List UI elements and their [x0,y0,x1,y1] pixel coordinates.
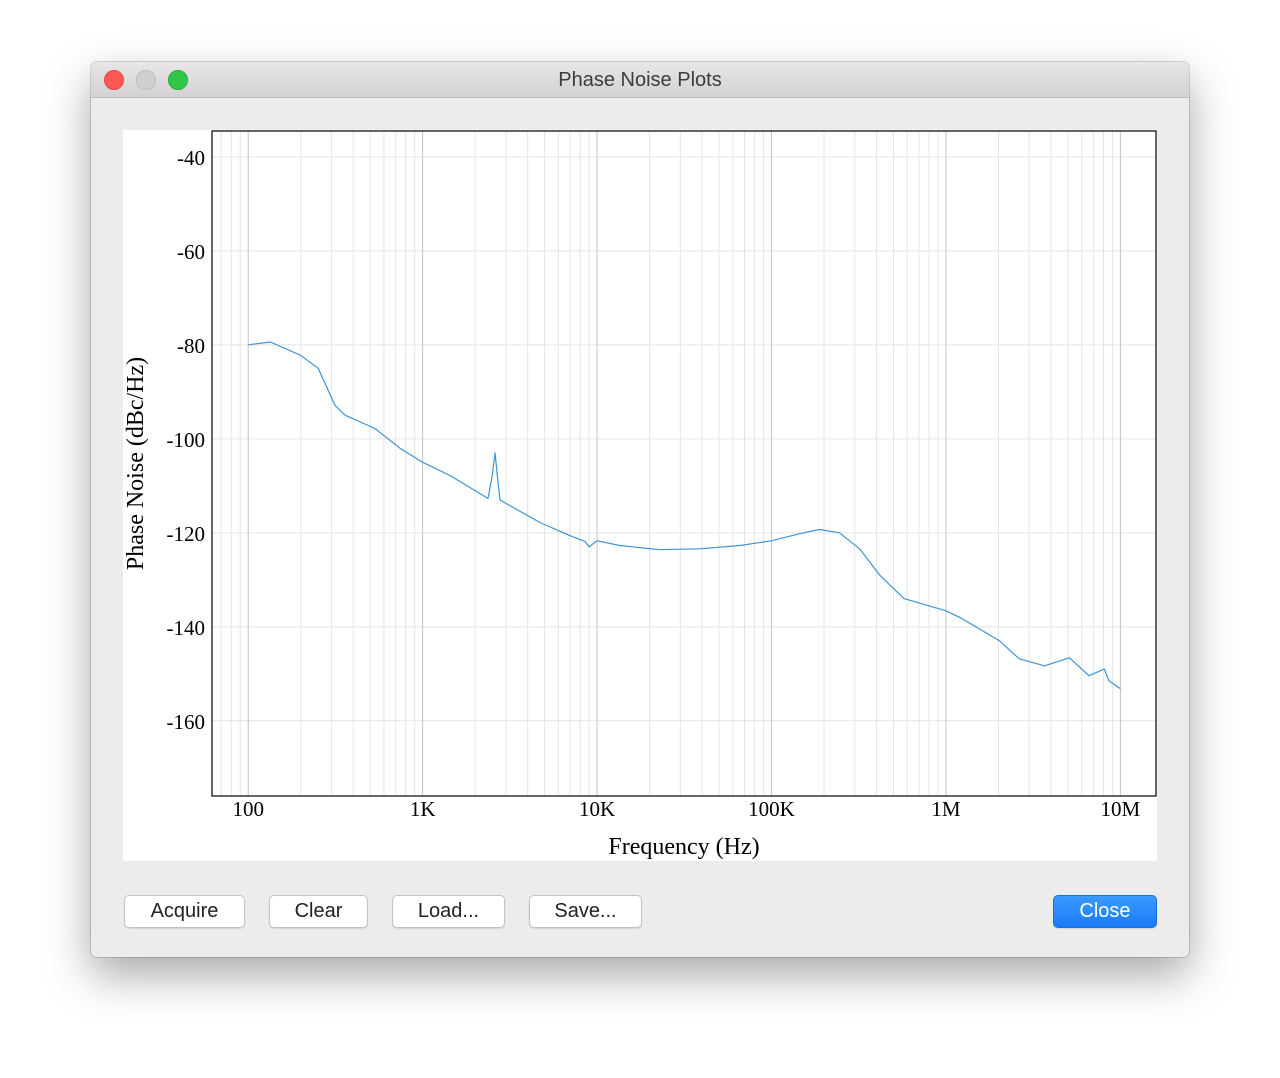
y-tick-label: -80 [177,334,205,358]
x-tick-label: 10K [579,797,615,821]
y-tick-label: -120 [167,522,206,546]
y-tick-label: -100 [167,428,206,452]
chart-panel: -40 -60 -80 -100 -120 -140 -160 100 1K 10K 100K 1M 1… [123,130,1157,861]
close-button[interactable]: Close [1053,895,1157,928]
x-axis-label: Frequency (Hz) [608,834,759,860]
y-tick-label: -40 [177,146,205,170]
y-tick-label: -160 [167,710,206,734]
y-axis-label: Phase Noise (dBc/Hz) [123,357,149,570]
y-tick-label: -140 [167,616,206,640]
x-tick-label: 1M [931,797,961,821]
y-tick-label: -60 [177,240,205,264]
x-tick-label: 100K [748,797,795,821]
phase-noise-chart: -40 -60 -80 -100 -120 -140 -160 100 1K 10K 100K 1M 1… [123,130,1157,860]
window: Phase Noise Plots -40 -60 -80 -100 -120 -140-… [91,62,1189,957]
window-title: Phase Noise Plots [558,69,722,91]
clear-button[interactable]: Clear [269,895,368,928]
save-button[interactable]: Save... [529,895,642,928]
x-tick-label: 10M [1101,797,1141,821]
load-button[interactable]: Load... [392,895,505,928]
phase-noise-series-line [248,341,1121,690]
title-bar: Phase Noise Plots [91,62,1189,98]
x-tick-label: 1K [410,797,436,821]
x-tick-label: 100 [232,797,264,821]
acquire-button[interactable]: Acquire [124,895,245,928]
